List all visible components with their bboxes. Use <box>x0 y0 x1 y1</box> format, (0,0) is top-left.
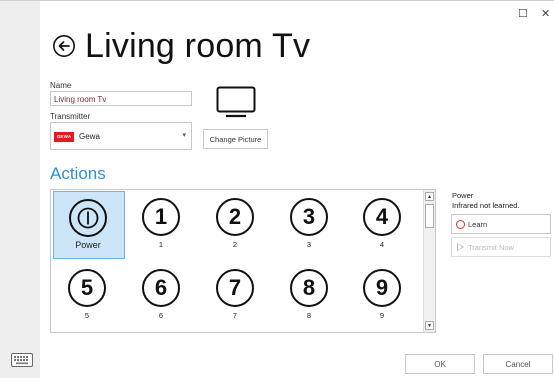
action-symbol: 9 <box>363 269 401 307</box>
name-label: Name <box>50 81 72 90</box>
action-label: 2 <box>232 240 238 249</box>
play-icon <box>457 243 464 251</box>
learn-status: Infrared not learned. <box>452 201 520 210</box>
learn-label: Learn <box>468 220 488 229</box>
transmitter-value: Gewa <box>79 132 100 141</box>
action-symbol: 4 <box>363 198 401 236</box>
maximize-button[interactable]: ☐ <box>518 7 528 20</box>
power-icon <box>77 207 99 229</box>
tv-icon <box>216 86 256 118</box>
ok-button[interactable]: OK <box>405 354 475 374</box>
action-label: 8 <box>306 311 312 320</box>
cancel-button[interactable]: Cancel <box>483 354 553 374</box>
scroll-up-button[interactable]: ▲ <box>425 192 434 201</box>
actions-grid: Power 1 1 2 2 3 3 4 4 5 5 6 6 7 7 8 8 9 … <box>50 189 436 333</box>
transmit-now-button[interactable]: Transmit Now <box>451 237 551 257</box>
action-label: 5 <box>84 311 90 320</box>
gewa-logo: GEWA <box>54 132 74 142</box>
record-icon <box>456 220 465 229</box>
action-label: 7 <box>232 311 238 320</box>
actions-title: Actions <box>50 164 106 183</box>
left-rail <box>0 0 40 378</box>
action-8[interactable]: 8 8 <box>275 262 347 330</box>
action-power[interactable]: Power <box>53 191 125 259</box>
action-symbol: 1 <box>142 198 180 236</box>
close-button[interactable]: ✕ <box>541 7 550 20</box>
action-symbol: 2 <box>216 198 254 236</box>
name-input[interactable]: Living room Tv <box>50 91 192 106</box>
action-2[interactable]: 2 2 <box>201 191 273 259</box>
action-label: 6 <box>158 311 164 320</box>
action-3[interactable]: 3 3 <box>275 191 347 259</box>
action-4[interactable]: 4 4 <box>348 191 420 259</box>
actions-scrollbar[interactable]: ▲ ▼ <box>423 190 435 332</box>
action-label: 1 <box>158 240 164 249</box>
action-symbol: 3 <box>290 198 328 236</box>
action-5[interactable]: 5 5 <box>53 262 125 330</box>
transmitter-label: Transmitter <box>50 112 91 121</box>
action-label: 4 <box>379 240 385 249</box>
scroll-thumb[interactable] <box>425 204 434 228</box>
action-symbol: 7 <box>216 269 254 307</box>
change-picture-button[interactable]: Change Picture <box>203 129 268 149</box>
action-6[interactable]: 6 6 <box>127 262 199 330</box>
page-title: Living room Tv <box>85 27 311 65</box>
chevron-down-icon: ▾ <box>182 132 186 139</box>
action-symbol: 6 <box>142 269 180 307</box>
action-1[interactable]: 1 1 <box>127 191 199 259</box>
action-label: Power <box>75 240 101 250</box>
power-button-circle <box>69 199 107 237</box>
action-label: 9 <box>379 311 385 320</box>
action-7[interactable]: 7 7 <box>201 262 273 330</box>
scroll-down-button[interactable]: ▼ <box>425 321 434 330</box>
action-9[interactable]: 9 9 <box>348 262 420 330</box>
window-top-border <box>0 0 554 1</box>
learn-button[interactable]: Learn <box>451 214 551 234</box>
action-symbol: 5 <box>68 269 106 307</box>
back-arrow-icon[interactable] <box>52 34 76 58</box>
action-symbol: 8 <box>290 269 328 307</box>
transmitter-select[interactable]: GEWA Gewa ▾ <box>50 122 192 150</box>
keyboard-icon[interactable] <box>11 353 33 367</box>
action-label: 3 <box>306 240 312 249</box>
transmit-now-label: Transmit Now <box>468 243 514 252</box>
selected-action-title: Power <box>452 191 474 200</box>
